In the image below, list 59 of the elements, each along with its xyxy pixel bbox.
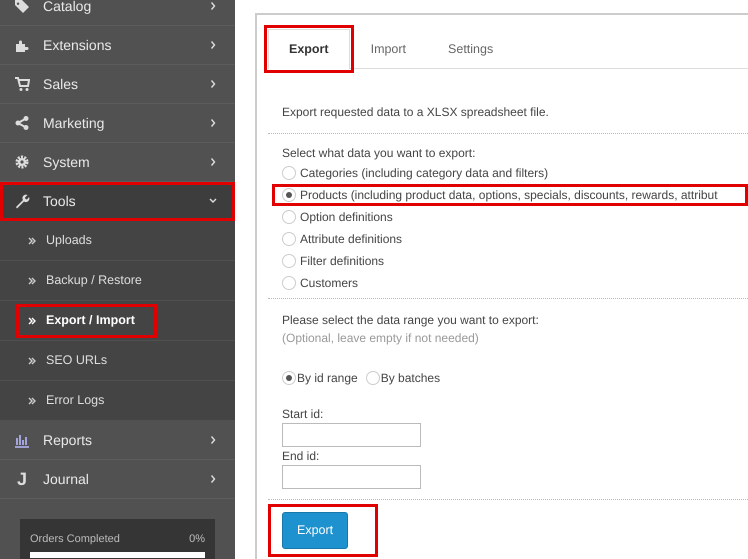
submenu-item[interactable]: Error Logs bbox=[0, 381, 235, 421]
letter-icon: J bbox=[14, 470, 30, 488]
sidebar-item[interactable]: Catalog bbox=[0, 0, 235, 26]
double-chevron-icon bbox=[28, 236, 36, 244]
sidebar-label: Catalog bbox=[43, 0, 92, 16]
radio-option[interactable]: Products (including product data, options, specials, discounts, rewards, attribut bbox=[272, 184, 748, 206]
sidebar-label: Tools bbox=[43, 192, 76, 210]
input-field[interactable] bbox=[282, 465, 421, 489]
sidebar-item[interactable]: Sales bbox=[0, 65, 235, 104]
bar-chart-icon bbox=[14, 432, 30, 448]
double-chevron-icon bbox=[28, 356, 36, 364]
intro-text: Export requested data to a XLSX spreadsheet file. bbox=[282, 104, 550, 121]
progress-reading: 0% bbox=[189, 532, 205, 547]
share-icon bbox=[14, 115, 30, 131]
sidebar-item[interactable]: Extensions bbox=[0, 26, 235, 65]
radio-option[interactable]: By id range bbox=[282, 367, 358, 389]
chevron-icon bbox=[209, 435, 217, 445]
sidebar-label: Extensions bbox=[43, 36, 112, 54]
sidebar-item[interactable]: Tools bbox=[0, 182, 235, 221]
cart-icon bbox=[14, 76, 30, 92]
radio-option[interactable]: Option definitions bbox=[282, 206, 748, 228]
radio-option[interactable]: By batches bbox=[366, 367, 440, 389]
chevron-icon bbox=[209, 1, 217, 11]
tab[interactable]: Settings bbox=[427, 29, 514, 68]
double-chevron-icon bbox=[28, 396, 36, 404]
double-chevron-icon bbox=[28, 276, 36, 284]
chevron-icon bbox=[209, 79, 217, 89]
input-field[interactable] bbox=[282, 423, 421, 447]
settings-icon bbox=[14, 154, 30, 170]
sidebar-label: Reports bbox=[43, 430, 92, 450]
submenu-item[interactable]: SEO URLs bbox=[0, 341, 235, 381]
double-chevron-icon bbox=[28, 316, 36, 324]
sidebar-item[interactable]: Marketing bbox=[0, 104, 235, 143]
sidebar-label: Sales bbox=[43, 74, 78, 94]
field-label: End id: bbox=[282, 448, 320, 465]
hint-text: (Optional, leave empty if not needed) bbox=[282, 330, 480, 347]
export-button[interactable]: Export bbox=[282, 512, 348, 549]
progress-label: Orders Completed bbox=[30, 532, 120, 547]
chevron-icon bbox=[209, 157, 217, 167]
sidebar-item[interactable]: Reports bbox=[0, 421, 235, 460]
section-label: Please select the data range you want to export: bbox=[282, 312, 540, 329]
submenu-item[interactable]: Uploads bbox=[0, 221, 235, 261]
tag-icon bbox=[14, 0, 30, 14]
radio-option[interactable]: Categories (including category data and filters) bbox=[282, 162, 748, 184]
chevron-icon bbox=[209, 40, 217, 50]
wrench-icon bbox=[14, 193, 30, 209]
section-label: Select what data you want to export: bbox=[282, 145, 476, 162]
sidebar-label: Marketing bbox=[43, 114, 104, 133]
radio-option[interactable]: Attribute definitions bbox=[282, 228, 748, 250]
sidebar-label: System bbox=[43, 152, 90, 172]
sidebar-item[interactable]: J Journal bbox=[0, 460, 235, 499]
radio-option[interactable]: Filter definitions bbox=[282, 250, 748, 272]
chevron-icon bbox=[209, 474, 217, 484]
tab[interactable]: Import bbox=[350, 29, 428, 68]
sidebar-label: Journal bbox=[43, 470, 89, 488]
submenu-item[interactable]: Backup / Restore bbox=[0, 261, 235, 301]
chevron-icon bbox=[209, 118, 217, 128]
field-label: Start id: bbox=[282, 406, 324, 423]
radio-option[interactable]: Customers bbox=[282, 272, 748, 294]
